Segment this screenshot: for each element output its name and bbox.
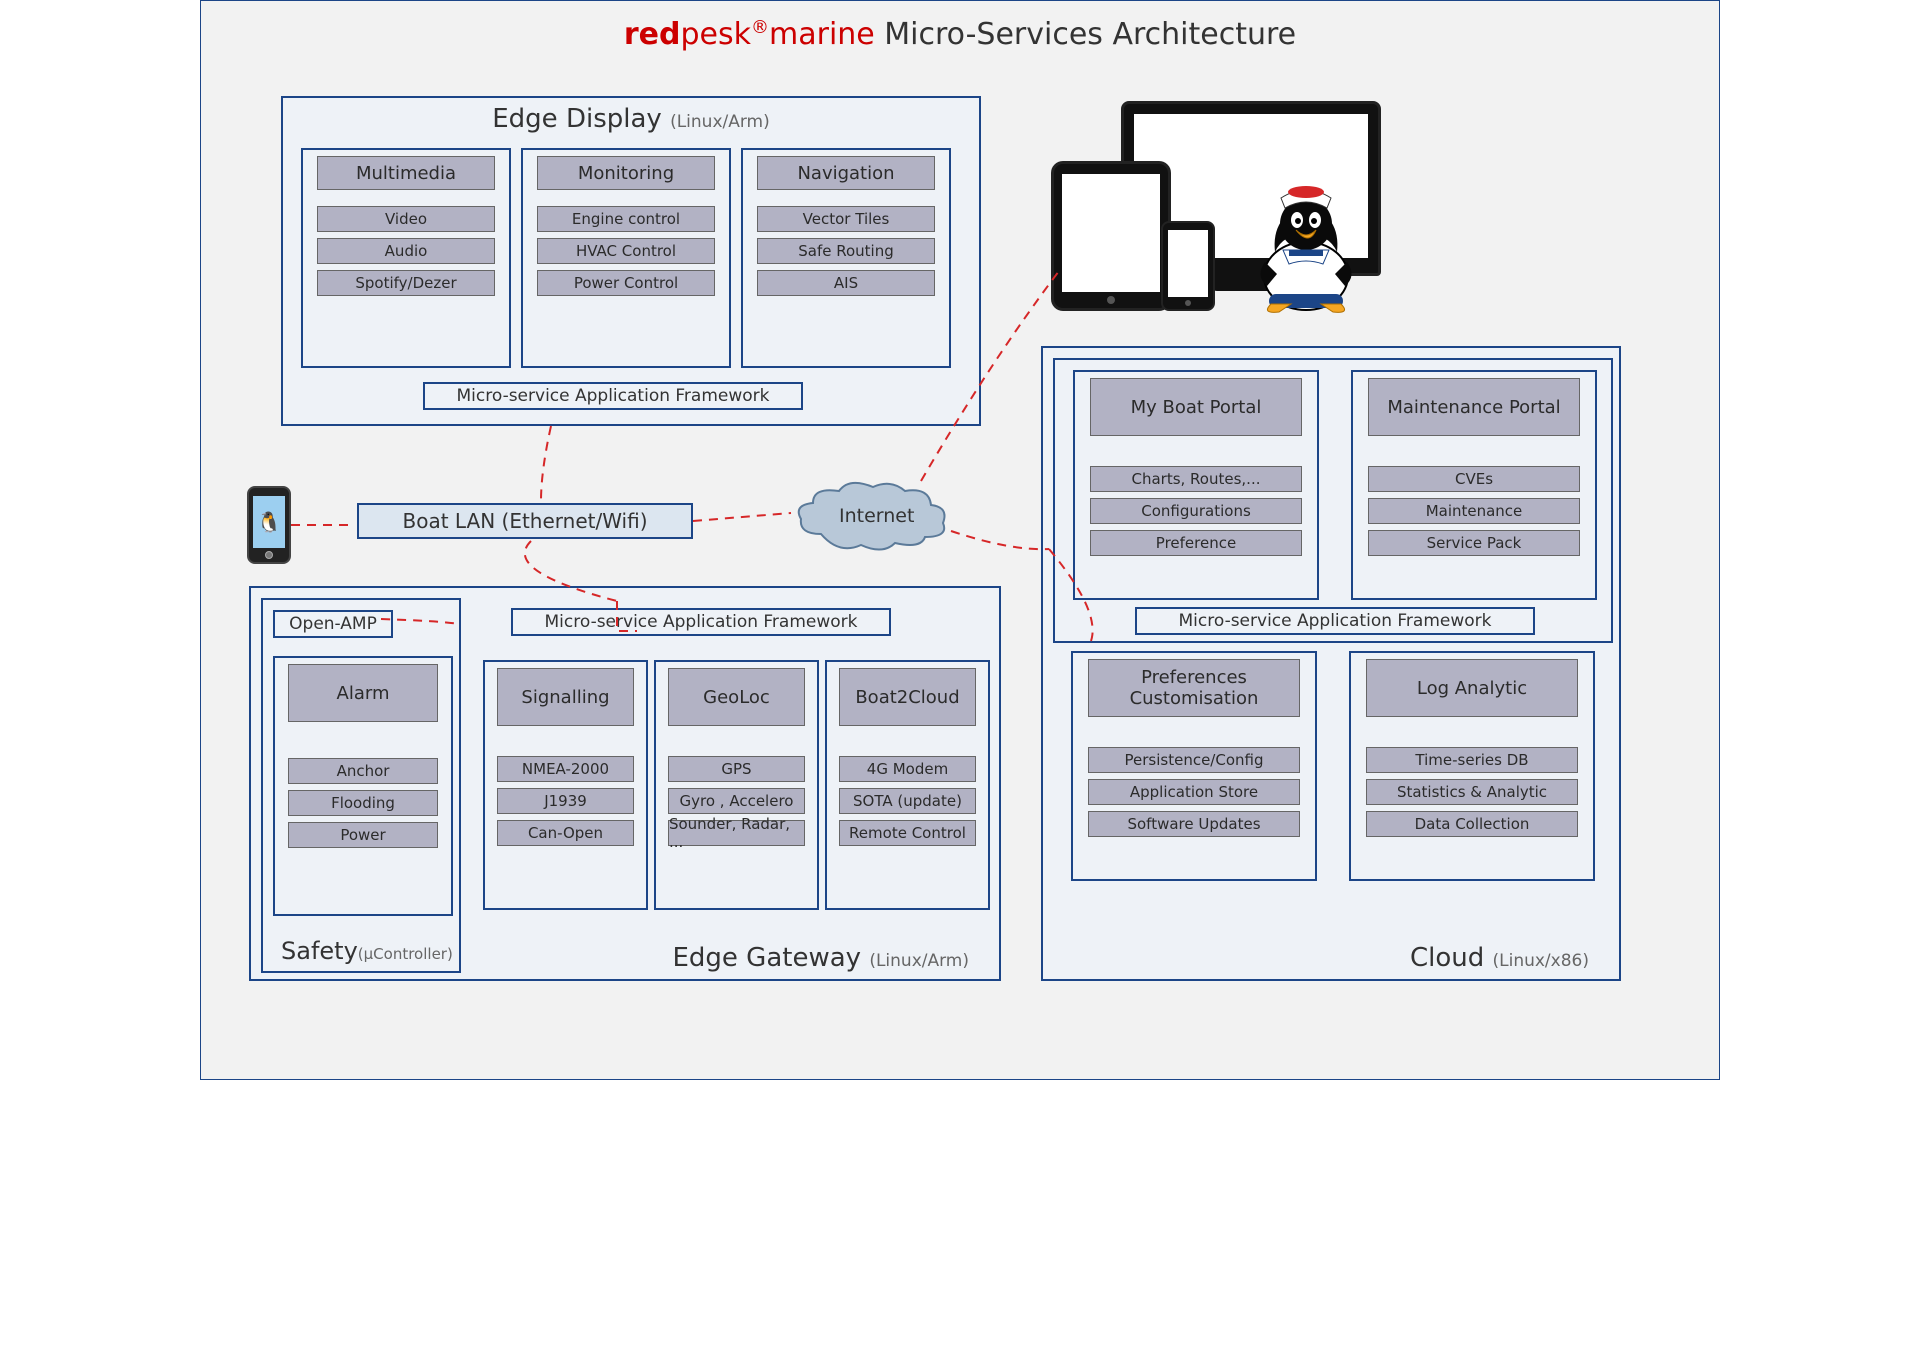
module-item: Spotify/Dezer [317,270,495,296]
cloud-framework: Micro-service Application Framework [1135,607,1535,635]
module-item: Statistics & Analytic [1366,779,1578,805]
module-hdr: My Boat Portal [1090,378,1302,436]
module-item: J1939 [497,788,634,814]
module-item: Engine control [537,206,715,232]
edge-display-framework: Micro-service Application Framework [423,382,803,410]
edge-gateway-panel: Open-AMP Alarm Anchor Flooding Power Saf… [249,586,1001,981]
module-col: Navigation Vector Tiles Safe Routing AIS [741,148,951,368]
open-amp-box: Open-AMP [273,610,393,638]
safety-panel: Open-AMP Alarm Anchor Flooding Power Saf… [261,598,461,973]
module-item: Software Updates [1088,811,1300,837]
module-item: Audio [317,238,495,264]
module-hdr: Preferences Customisation [1088,659,1300,717]
module-item: NMEA-2000 [497,756,634,782]
module-col: Signalling NMEA-2000 J1939 Can-Open [483,660,648,910]
module-item: Service Pack [1368,530,1580,556]
devices-icon [1051,81,1451,331]
module-item: Maintenance [1368,498,1580,524]
module-hdr: Log Analytic [1366,659,1578,717]
alarm-item: Anchor [288,758,439,784]
safety-title: Safety(µController) [281,937,453,965]
module-col: Boat2Cloud 4G Modem SOTA (update) Remote Co… [825,660,990,910]
alarm-item: Flooding [288,790,439,816]
module-item: Sounder, Radar, ... [668,820,805,846]
cloud-top-inner: Micro-service Application Framework My B… [1053,358,1613,643]
cloud-bottom-wrap: Preferences Customisation Persistence/Con… [1053,651,1613,931]
module-item: HVAC Control [537,238,715,264]
module-col: Maintenance Portal CVEs Maintenance Service… [1351,370,1597,600]
cloud-panel: Micro-service Application Framework My B… [1041,346,1621,981]
boat-lan-box: Boat LAN (Ethernet/Wifi) [357,503,693,539]
module-item: Remote Control [839,820,976,846]
module-item: Safe Routing [757,238,935,264]
module-item: SOTA (update) [839,788,976,814]
alarm-hdr: Alarm [288,664,439,722]
module-col: Preferences Customisation Persistence/Con… [1071,651,1317,881]
module-col: GeoLoc GPS Gyro , Accelero Sounder, Radar, … [654,660,819,910]
module-col: Monitoring Engine control HVAC Control Powe… [521,148,731,368]
module-item: Data Collection [1366,811,1578,837]
module-item: CVEs [1368,466,1580,492]
module-item: Configurations [1090,498,1302,524]
module-hdr: Multimedia [317,156,495,190]
module-item: 4G Modem [839,756,976,782]
module-item: Vector Tiles [757,206,935,232]
module-item: Video [317,206,495,232]
module-col: Multimedia Video Audio Spotify/Dezer [301,148,511,368]
module-hdr: Boat2Cloud [839,668,976,726]
cloud-title: Cloud (Linux/x86) [1410,943,1589,973]
phone-icon: 🐧 [247,486,291,564]
module-item: Time-series DB [1366,747,1578,773]
module-item: Power Control [537,270,715,296]
module-hdr: Monitoring [537,156,715,190]
page-title: redpesk®marine Micro-Services Architectu… [201,17,1719,52]
module-item: GPS [668,756,805,782]
module-hdr: Signalling [497,668,634,726]
alarm-col: Alarm Anchor Flooding Power [273,656,453,916]
edge-gateway-framework: Micro-service Application Framework [511,608,891,636]
internet-cloud: Internet [791,479,951,559]
module-hdr: Navigation [757,156,935,190]
edge-gateway-title: Edge Gateway (Linux/Arm) [672,943,969,973]
module-hdr: GeoLoc [668,668,805,726]
module-hdr: Maintenance Portal [1368,378,1580,436]
diagram-root: redpesk®marine Micro-Services Architectu… [200,0,1720,1080]
module-item: Application Store [1088,779,1300,805]
module-item: Persistence/Config [1088,747,1300,773]
edge-display-title: Edge Display (Linux/Arm) [283,104,979,134]
module-item: Charts, Routes,... [1090,466,1302,492]
alarm-item: Power [288,822,439,848]
module-item: Can-Open [497,820,634,846]
module-col: My Boat Portal Charts, Routes,... Configur… [1073,370,1319,600]
module-item: Gyro , Accelero [668,788,805,814]
edge-display-panel: Edge Display (Linux/Arm) Micro-service A… [281,96,981,426]
module-item: Preference [1090,530,1302,556]
tux-sailor-icon [1251,176,1361,316]
module-item: AIS [757,270,935,296]
module-col: Log Analytic Time-series DB Statistics & A… [1349,651,1595,881]
